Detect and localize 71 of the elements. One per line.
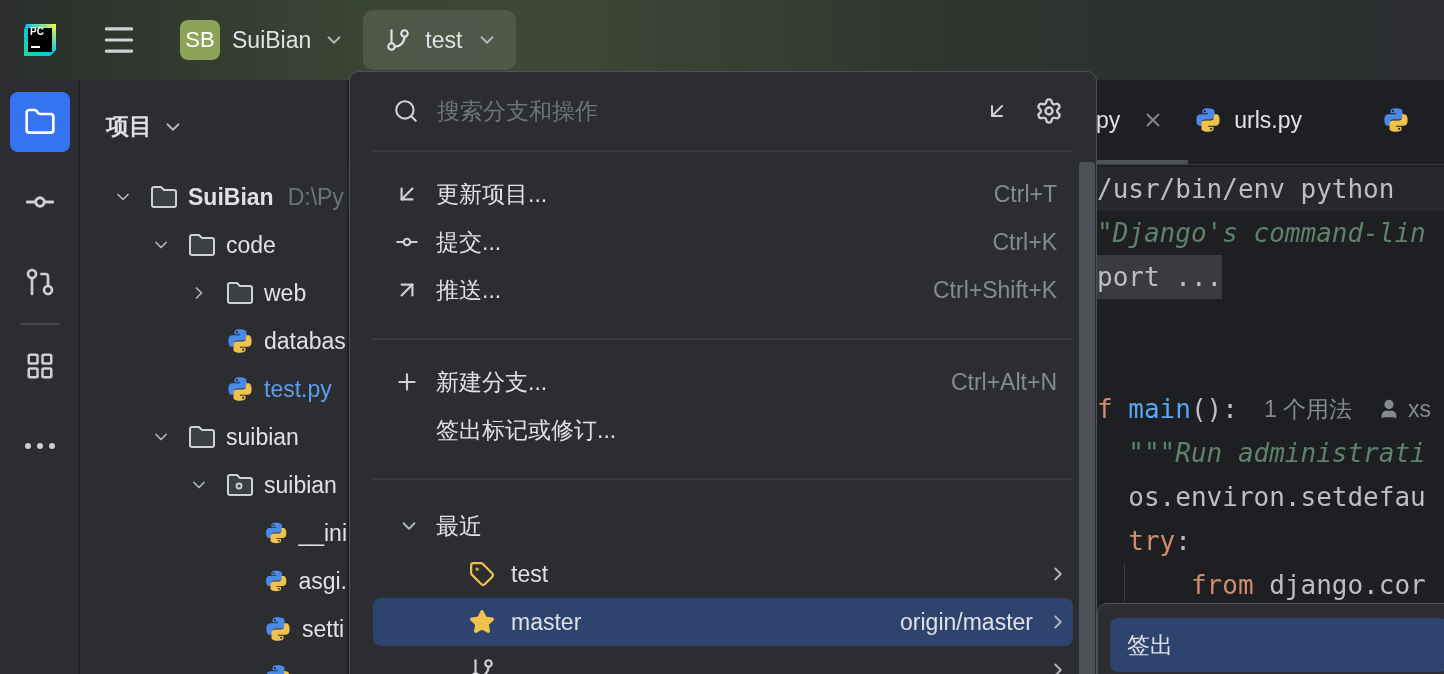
code-text: f [1097,393,1114,426]
folded-code[interactable]: port ... [1097,255,1223,299]
tool-window-button[interactable] [9,92,70,152]
file-name: SuiBian [188,183,274,211]
python-file-icon [226,327,254,355]
tree-item[interactable]: suibian [151,413,347,461]
file-name: web [264,279,307,307]
tree-item[interactable]: test.py [189,365,347,413]
usage-hint[interactable]: 1 个用法 [1263,393,1353,425]
editor-tab[interactable]: urls.py [1188,80,1327,164]
branch-switcher[interactable]: test [363,10,517,70]
code-text: os.environ.setdefau [1127,481,1426,514]
search-field[interactable]: 搜索分支和操作 [435,96,969,126]
file-name: code [226,231,276,259]
more-icon [24,443,55,449]
file-name: setti [302,615,345,643]
tree-item[interactable]: code [151,221,347,269]
settings-icon[interactable] [1035,97,1063,125]
file-name: test.py [264,375,332,403]
project-path: D:\Py [287,183,344,211]
branch-name: master [511,608,582,635]
section-title: 最近 [436,511,482,541]
code-text: """Run administrati [1127,437,1426,470]
panel-title[interactable]: 项目 [106,111,152,142]
code-text: django.cor [1268,569,1426,602]
branch-item[interactable]: master origin/master [373,598,1073,646]
file-name: __ini [298,519,347,547]
file-name: databas [264,327,346,355]
package-folder-icon [226,473,254,497]
folder-icon [150,185,178,209]
folder-icon [188,233,216,257]
file-name: suibian [264,471,337,499]
menu-item[interactable]: 新建分支... Ctrl+Alt+N [373,358,1073,406]
tag-icon [469,561,495,587]
python-file-icon [1194,106,1223,134]
scrollbar[interactable] [1079,162,1095,674]
tree-item[interactable]: suibian [189,461,347,509]
python-file-icon [226,375,254,403]
star-icon [469,609,495,635]
code-text: : [1175,525,1191,558]
tree-item[interactable]: setti [227,605,347,653]
search-icon [393,98,419,124]
tree-item[interactable]: databas [189,317,347,365]
code-text: "Django's command-lin [1097,217,1426,250]
menu-item[interactable]: 推送... Ctrl+Shift+K [373,266,1073,314]
menu-item[interactable]: 签出 [1110,618,1444,672]
code-text: /usr/bin/env python [1097,173,1395,206]
file-name: asgi. [298,567,347,595]
tree-item[interactable]: web [189,269,347,317]
folder-icon [188,425,216,449]
menu-item[interactable]: 更新项目... Ctrl+T [373,170,1073,218]
code-text: try [1127,525,1176,558]
author-hint[interactable]: xs [1408,395,1432,423]
menu-item[interactable]: 提交... Ctrl+K [373,218,1073,266]
code-text: main [1128,393,1191,426]
app-logo[interactable]: PC [22,22,58,58]
tree-item[interactable]: asgi. [227,557,347,605]
code-text: from [1189,569,1254,602]
branch-icon [385,27,412,53]
file-name: suibian [226,423,299,451]
python-file-icon [1382,106,1411,134]
branch-item[interactable]: test [373,550,1073,598]
tree-item[interactable]: SuiBian D:\Py [113,173,347,221]
branch-name: test [511,560,549,587]
project-switcher[interactable]: SB SuiBian [180,20,346,60]
code-text: (): [1190,393,1238,426]
menu-item[interactable]: 签出标记或修订... [373,406,1073,454]
remote-branch: origin/master [900,608,1033,636]
folder-icon [226,281,254,305]
tree-item[interactable]: __ini [227,509,347,557]
python-file-icon [264,615,292,643]
